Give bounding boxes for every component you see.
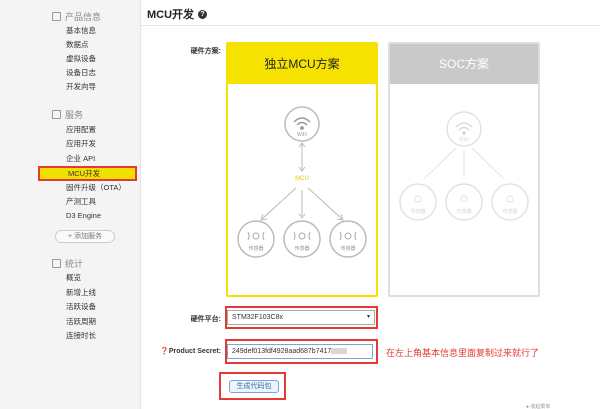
- card-title: SOC方案: [390, 44, 538, 84]
- redaction: [331, 348, 348, 355]
- sensor-label: 传感器: [502, 208, 517, 215]
- sensor-label: 传感器: [294, 245, 309, 252]
- sidebar-item-device-log[interactable]: 设备日志: [66, 67, 96, 79]
- soc-diagram: WiFi 传感器 传感器 传感器: [399, 111, 529, 221]
- chevron-down-icon: ▾: [366, 314, 370, 320]
- sidebar-item-basic-info[interactable]: 基本信息: [66, 25, 96, 37]
- add-service-button[interactable]: + 添加服务: [55, 230, 115, 243]
- annotation-hint: 在左上角基本信息里面复制过来就行了: [386, 348, 540, 358]
- help-icon[interactable]: ?: [198, 9, 208, 19]
- sidebar-item-active-devices[interactable]: 活跃设备: [66, 301, 96, 313]
- sensor-label: 传感器: [410, 208, 425, 215]
- sidebar-item-new-online[interactable]: 新增上线: [66, 287, 96, 299]
- stats-icon: [52, 259, 61, 268]
- sidebar-item-mcu-dev[interactable]: MCU开发: [38, 166, 137, 181]
- mcu-diagram: WiFi MCU 传感器 传感器 传感器: [237, 106, 367, 258]
- platform-select[interactable]: STM32F103C8x ▾: [227, 310, 375, 325]
- sidebar-item-datapoints[interactable]: 数据点: [66, 39, 89, 51]
- sidebar-item-app-dev[interactable]: 应用开发: [66, 138, 96, 150]
- card-soc[interactable]: SOC方案 WiFi 传感器 传感器 传感器: [388, 42, 540, 297]
- section-services: 服务: [52, 108, 83, 121]
- mcu-label: MCU: [295, 176, 309, 182]
- sidebar-item-virtual-device[interactable]: 虚拟设备: [66, 53, 96, 65]
- sidebar: 产品信息 基本信息 数据点 虚拟设备 设备日志 开发向导 服务 应用配置 应用开…: [0, 0, 141, 409]
- sidebar-item-ota[interactable]: 固件升级（OTA）: [66, 182, 126, 194]
- section-stats: 统计: [52, 257, 83, 270]
- sidebar-item-overview[interactable]: 概览: [66, 272, 81, 284]
- sidebar-item-app-config[interactable]: 应用配置: [66, 124, 96, 136]
- divider: [141, 25, 600, 26]
- sidebar-item-connect-duration[interactable]: 连接时长: [66, 330, 96, 342]
- platform-label: 硬件平台:: [190, 316, 221, 323]
- sidebar-item-enterprise-api[interactable]: 企业 API: [66, 153, 95, 165]
- sidebar-item-dev-guide[interactable]: 开发向导: [66, 81, 96, 93]
- hardware-scheme-label: 硬件方案:: [190, 48, 221, 55]
- sidebar-item-test-tool[interactable]: 产测工具: [66, 196, 96, 208]
- sensor-label: 传感器: [456, 208, 471, 215]
- page-title: MCU开发 ?: [147, 6, 208, 22]
- secret-label: ❓Product Secret:: [160, 348, 221, 355]
- sidebar-item-active-cycle[interactable]: 活跃周期: [66, 316, 96, 328]
- product-secret-input[interactable]: 249def013fdf4928aad687b7417: [227, 344, 373, 359]
- sidebar-item-d3-engine[interactable]: D3 Engine: [66, 210, 101, 222]
- card-title: 独立MCU方案: [228, 44, 376, 84]
- card-standalone-mcu[interactable]: 独立MCU方案 WiFi MCU 传感器 传感器 传感器: [226, 42, 378, 297]
- sensor-label: 传感器: [340, 245, 355, 252]
- product-info-icon: [52, 12, 61, 21]
- collapse-menu[interactable]: ● 收起菜单: [526, 403, 600, 409]
- generate-code-button[interactable]: 生成代码包: [229, 380, 279, 393]
- help-icon: ❓: [160, 348, 169, 355]
- wifi-label: WiFi: [297, 132, 307, 138]
- section-product-info: 产品信息: [52, 10, 101, 23]
- wifi-label: WiFi: [459, 137, 469, 143]
- sensor-label: 传感器: [248, 245, 263, 252]
- main-panel: MCU开发 ? 硬件方案: 独立MCU方案 WiFi MCU 传感器 传感器 传…: [141, 0, 600, 409]
- services-icon: [52, 110, 61, 119]
